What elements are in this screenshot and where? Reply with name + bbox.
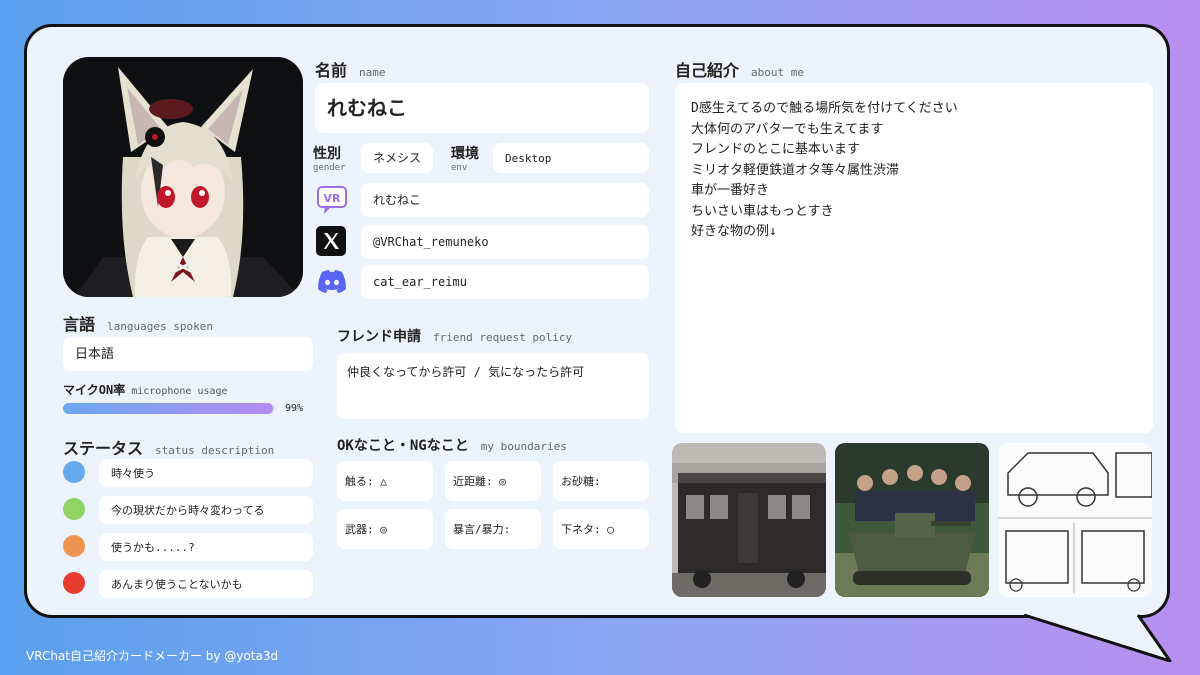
status-dot-3 <box>63 572 85 594</box>
about-field: D感生えてるので触る場所気を付けてください 大体何のアバターでも生えてます フレ… <box>675 83 1153 433</box>
avatar <box>63 57 303 297</box>
photo-railcar <box>672 443 826 597</box>
about-text: D感生えてるので触る場所気を付けてください 大体何のアバターでも生えてます フレ… <box>691 101 958 239</box>
boundary-touch: 触る: △ <box>337 461 433 501</box>
vrchat-icon: VR <box>315 183 351 219</box>
discord-icon <box>315 267 351 303</box>
discord-field: cat_ear_reimu <box>361 265 649 299</box>
boundary-violence: 暴言/暴力: <box>445 509 541 549</box>
languages-title: 言語 languages spoken <box>63 315 213 334</box>
status-item-2: 使うかも.....? <box>99 533 313 561</box>
status-item-1: 今の現状だから時々変わってる <box>99 496 313 524</box>
profile-card: 言語 languages spoken 日本語 マイクON率 microphone … <box>24 24 1170 618</box>
languages-value: 日本語 <box>75 346 115 362</box>
mic-progress-fill <box>63 403 273 414</box>
x-field: @VRChat_remuneko <box>361 225 649 259</box>
status-dot-2 <box>63 535 85 557</box>
avatar-illustration <box>63 57 303 297</box>
env-field: Desktop <box>493 143 649 173</box>
svg-text:VR: VR <box>324 192 342 205</box>
mic-progress-bar <box>63 403 275 414</box>
name-value: れむねこ <box>327 96 407 120</box>
x-logo-icon <box>315 225 351 261</box>
speech-bubble-tail <box>1023 614 1172 662</box>
footer-credit: VRChat自己紹介カードメーカー by @yota3d <box>26 649 279 663</box>
boundaries-title: OKなこと・NGなこと my boundaries <box>337 438 567 454</box>
gender-field: ネメシス <box>361 143 433 173</box>
status-dot-1 <box>63 498 85 520</box>
mic-title: マイクON率 microphone usage <box>63 383 228 397</box>
vrchat-field: れむねこ <box>361 183 649 217</box>
name-field: れむねこ <box>315 83 649 133</box>
photo-tank-crew <box>835 443 989 597</box>
friend-policy-field: 仲良くなってから許可 / 気になったら許可 <box>337 353 649 419</box>
photo-car-blueprint <box>998 443 1152 597</box>
boundary-sugar: お砂糖: <box>553 461 649 501</box>
boundary-close-distance: 近距離: ◎ <box>445 461 541 501</box>
env-label: 環境 env <box>451 146 479 173</box>
gender-label: 性別 gender <box>313 146 346 173</box>
name-title: 名前 name <box>315 61 386 80</box>
status-title: ステータス status description <box>63 439 275 458</box>
mic-percent: 99% <box>285 403 304 414</box>
status-item-3: あんまり使うことないかも <box>99 570 313 598</box>
languages-field: 日本語 <box>63 337 313 371</box>
status-dot-0 <box>63 461 85 483</box>
about-title: 自己紹介 about me <box>675 61 804 80</box>
status-item-0: 時々使う <box>99 459 313 487</box>
friend-policy-title: フレンド申請 friend request policy <box>337 329 573 345</box>
boundary-weapons: 武器: ◎ <box>337 509 433 549</box>
boundary-lewd: 下ネタ: ◯ <box>553 509 649 549</box>
